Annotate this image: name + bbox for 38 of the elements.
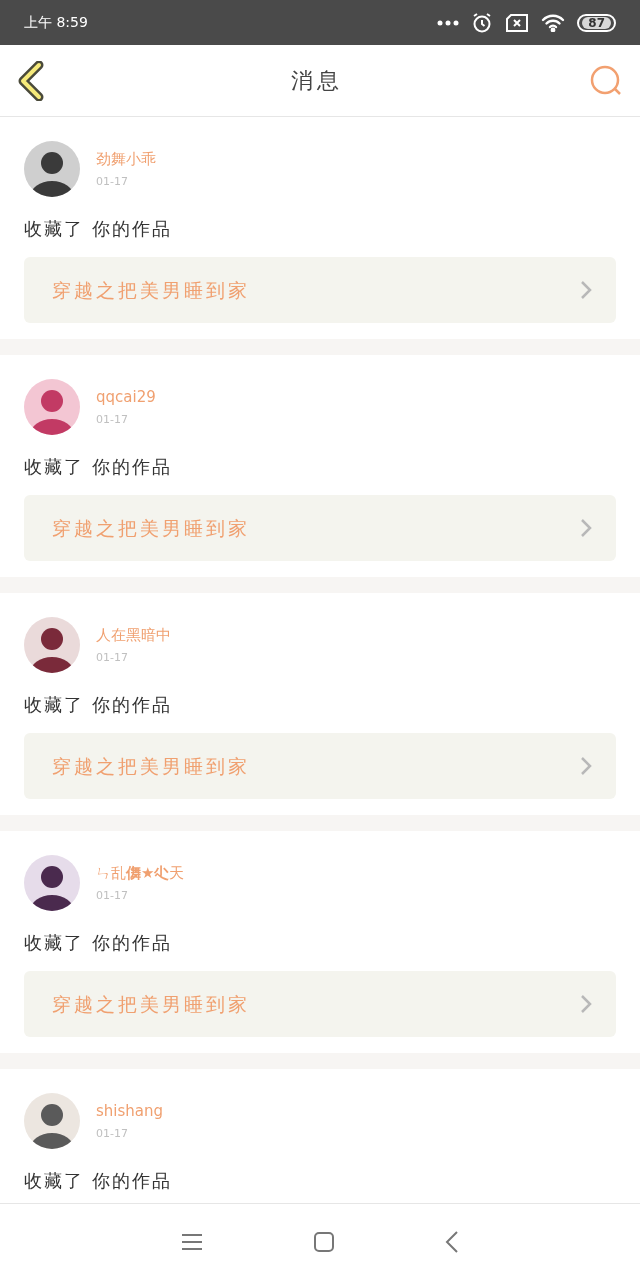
work-link[interactable]: 穿越之把美男睡到家 — [24, 733, 616, 799]
work-link[interactable]: 穿越之把美男睡到家 — [24, 495, 616, 561]
status-time: 上午 8:59 — [24, 13, 88, 32]
battery-indicator: 87 — [577, 13, 616, 32]
chevron-right-icon — [580, 518, 592, 538]
back-nav-button[interactable] — [445, 1231, 459, 1253]
avatar — [24, 1093, 80, 1149]
user-name[interactable]: 人在黑暗中 — [96, 623, 171, 646]
avatar — [24, 617, 80, 673]
message-text: 收藏了 你的作品 — [24, 931, 173, 955]
wifi-icon — [541, 13, 566, 32]
no-sim-icon — [505, 13, 530, 32]
work-link[interactable]: 穿越之把美男睡到家 — [24, 971, 616, 1037]
message-date: 01-17 — [96, 174, 129, 190]
chevron-right-icon — [580, 994, 592, 1014]
message-date: 01-17 — [96, 888, 129, 904]
page-title: 消息 — [291, 67, 343, 95]
message-text: 收藏了 你的作品 — [24, 217, 173, 241]
message-date: 01-17 — [96, 650, 129, 666]
message-text: 收藏了 你的作品 — [24, 1169, 173, 1193]
message-date: 01-17 — [96, 412, 129, 428]
more-icon — [437, 19, 460, 26]
avatar — [24, 141, 80, 197]
work-link[interactable]: 穿越之把美男睡到家 — [24, 257, 616, 323]
message-date: 01-17 — [96, 1126, 129, 1142]
chevron-right-icon — [580, 280, 592, 300]
user-name[interactable]: qqcai29 — [96, 385, 156, 408]
user-name[interactable]: 劲舞小乖 — [96, 147, 156, 170]
avatar — [24, 855, 80, 911]
user-name[interactable]: shishang — [96, 1099, 164, 1122]
back-button[interactable] — [16, 59, 46, 102]
avatar — [24, 379, 80, 435]
user-name[interactable]: ㄣ乱儛★尐天 — [96, 861, 185, 884]
message-text: 收藏了 你的作品 — [24, 455, 173, 479]
message-text: 收藏了 你的作品 — [24, 693, 173, 717]
home-button[interactable] — [313, 1231, 335, 1253]
chevron-right-icon — [580, 756, 592, 776]
menu-button[interactable] — [181, 1233, 203, 1251]
